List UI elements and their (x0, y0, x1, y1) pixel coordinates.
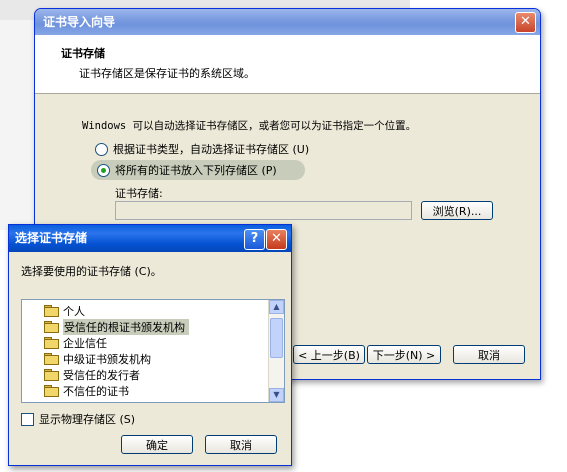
tree-item-label: 企业信任 (63, 336, 107, 350)
folder-icon (44, 385, 59, 397)
wizard-header: 证书存储 证书存储区是保存证书的系统区域。 (35, 35, 540, 94)
tree-item-trusted-publishers[interactable]: 受信任的发行者 (44, 367, 140, 382)
scroll-up-icon[interactable]: ▲ (269, 300, 284, 314)
radio-manual-store[interactable]: 将所有的证书放入下列存储区 (P) (91, 160, 305, 180)
tree-item-label: 受信任的根证书颁发机构 (63, 318, 189, 335)
show-physical-checkbox[interactable] (21, 412, 34, 426)
header-title: 证书存储 (61, 47, 105, 60)
tree-item-label: 不信任的证书 (63, 384, 129, 398)
next-button[interactable]: 下一步(N) > (367, 345, 441, 364)
browse-button[interactable]: 浏览(R)... (421, 201, 493, 220)
back-button[interactable]: < 上一步(B) (293, 345, 365, 364)
tree-scrollbar[interactable]: ▲ ▼ (268, 300, 284, 402)
dialog-cancel-button[interactable]: 取消 (205, 435, 277, 454)
scroll-down-icon[interactable]: ▼ (269, 388, 284, 402)
help-button[interactable]: ? (244, 229, 265, 250)
show-physical-row[interactable]: 显示物理存储区 (S) (21, 411, 135, 427)
show-physical-label: 显示物理存储区 (S) (39, 413, 136, 426)
store-label: 证书存储: (115, 187, 163, 200)
radio-auto-icon[interactable] (95, 142, 108, 156)
folder-icon (44, 369, 59, 381)
wizard-title: 证书导入向导 (43, 15, 116, 29)
tree-item-label: 中级证书颁发机构 (63, 352, 151, 366)
radio-manual-icon[interactable] (97, 163, 110, 177)
wizard-close-button[interactable]: ✕ (515, 12, 536, 33)
dialog-titlebar: 选择证书存储 ? ✕ (9, 225, 291, 252)
dialog-title: 选择证书存储 (15, 231, 88, 245)
dialog-prompt: 选择要使用的证书存储 (C)。 (21, 265, 162, 278)
tree-item-untrusted[interactable]: 不信任的证书 (44, 383, 129, 398)
wizard-titlebar: 证书导入向导 ✕ (35, 9, 540, 35)
store-input[interactable] (115, 201, 412, 220)
dialog-close-button[interactable]: ✕ (266, 229, 287, 250)
background-strip (0, 20, 35, 230)
select-store-dialog: 选择证书存储 ? ✕ 选择要使用的证书存储 (C)。 个人 受信任的根证书颁发机… (8, 224, 292, 466)
store-tree[interactable]: 个人 受信任的根证书颁发机构 企业信任 中级证书颁发机构 受信任的发行者 不信任… (21, 299, 285, 403)
cancel-button[interactable]: 取消 (453, 345, 525, 364)
folder-icon (44, 337, 59, 349)
tree-item-enterprise-trust[interactable]: 企业信任 (44, 335, 107, 350)
folder-icon (44, 305, 59, 317)
ok-button[interactable]: 确定 (121, 435, 193, 454)
radio-auto-select[interactable]: 根据证书类型，自动选择证书存储区 (U) (95, 141, 309, 157)
radio-auto-label: 根据证书类型，自动选择证书存储区 (U) (113, 143, 310, 156)
header-subtitle: 证书存储区是保存证书的系统区域。 (79, 67, 255, 80)
scroll-thumb[interactable] (270, 318, 283, 358)
tree-item-label: 受信任的发行者 (63, 368, 140, 382)
folder-icon (44, 353, 59, 365)
auto-select-description: Windows 可以自动选择证书存储区，或者您可以为证书指定一个位置。 (82, 120, 417, 132)
tree-item-trusted-root[interactable]: 受信任的根证书颁发机构 (44, 318, 189, 335)
radio-manual-label: 将所有的证书放入下列存储区 (P) (115, 164, 277, 177)
tree-item-personal[interactable]: 个人 (44, 303, 85, 318)
folder-icon (44, 321, 59, 333)
tree-item-label: 个人 (63, 304, 85, 318)
tree-item-intermediate-ca[interactable]: 中级证书颁发机构 (44, 351, 151, 366)
